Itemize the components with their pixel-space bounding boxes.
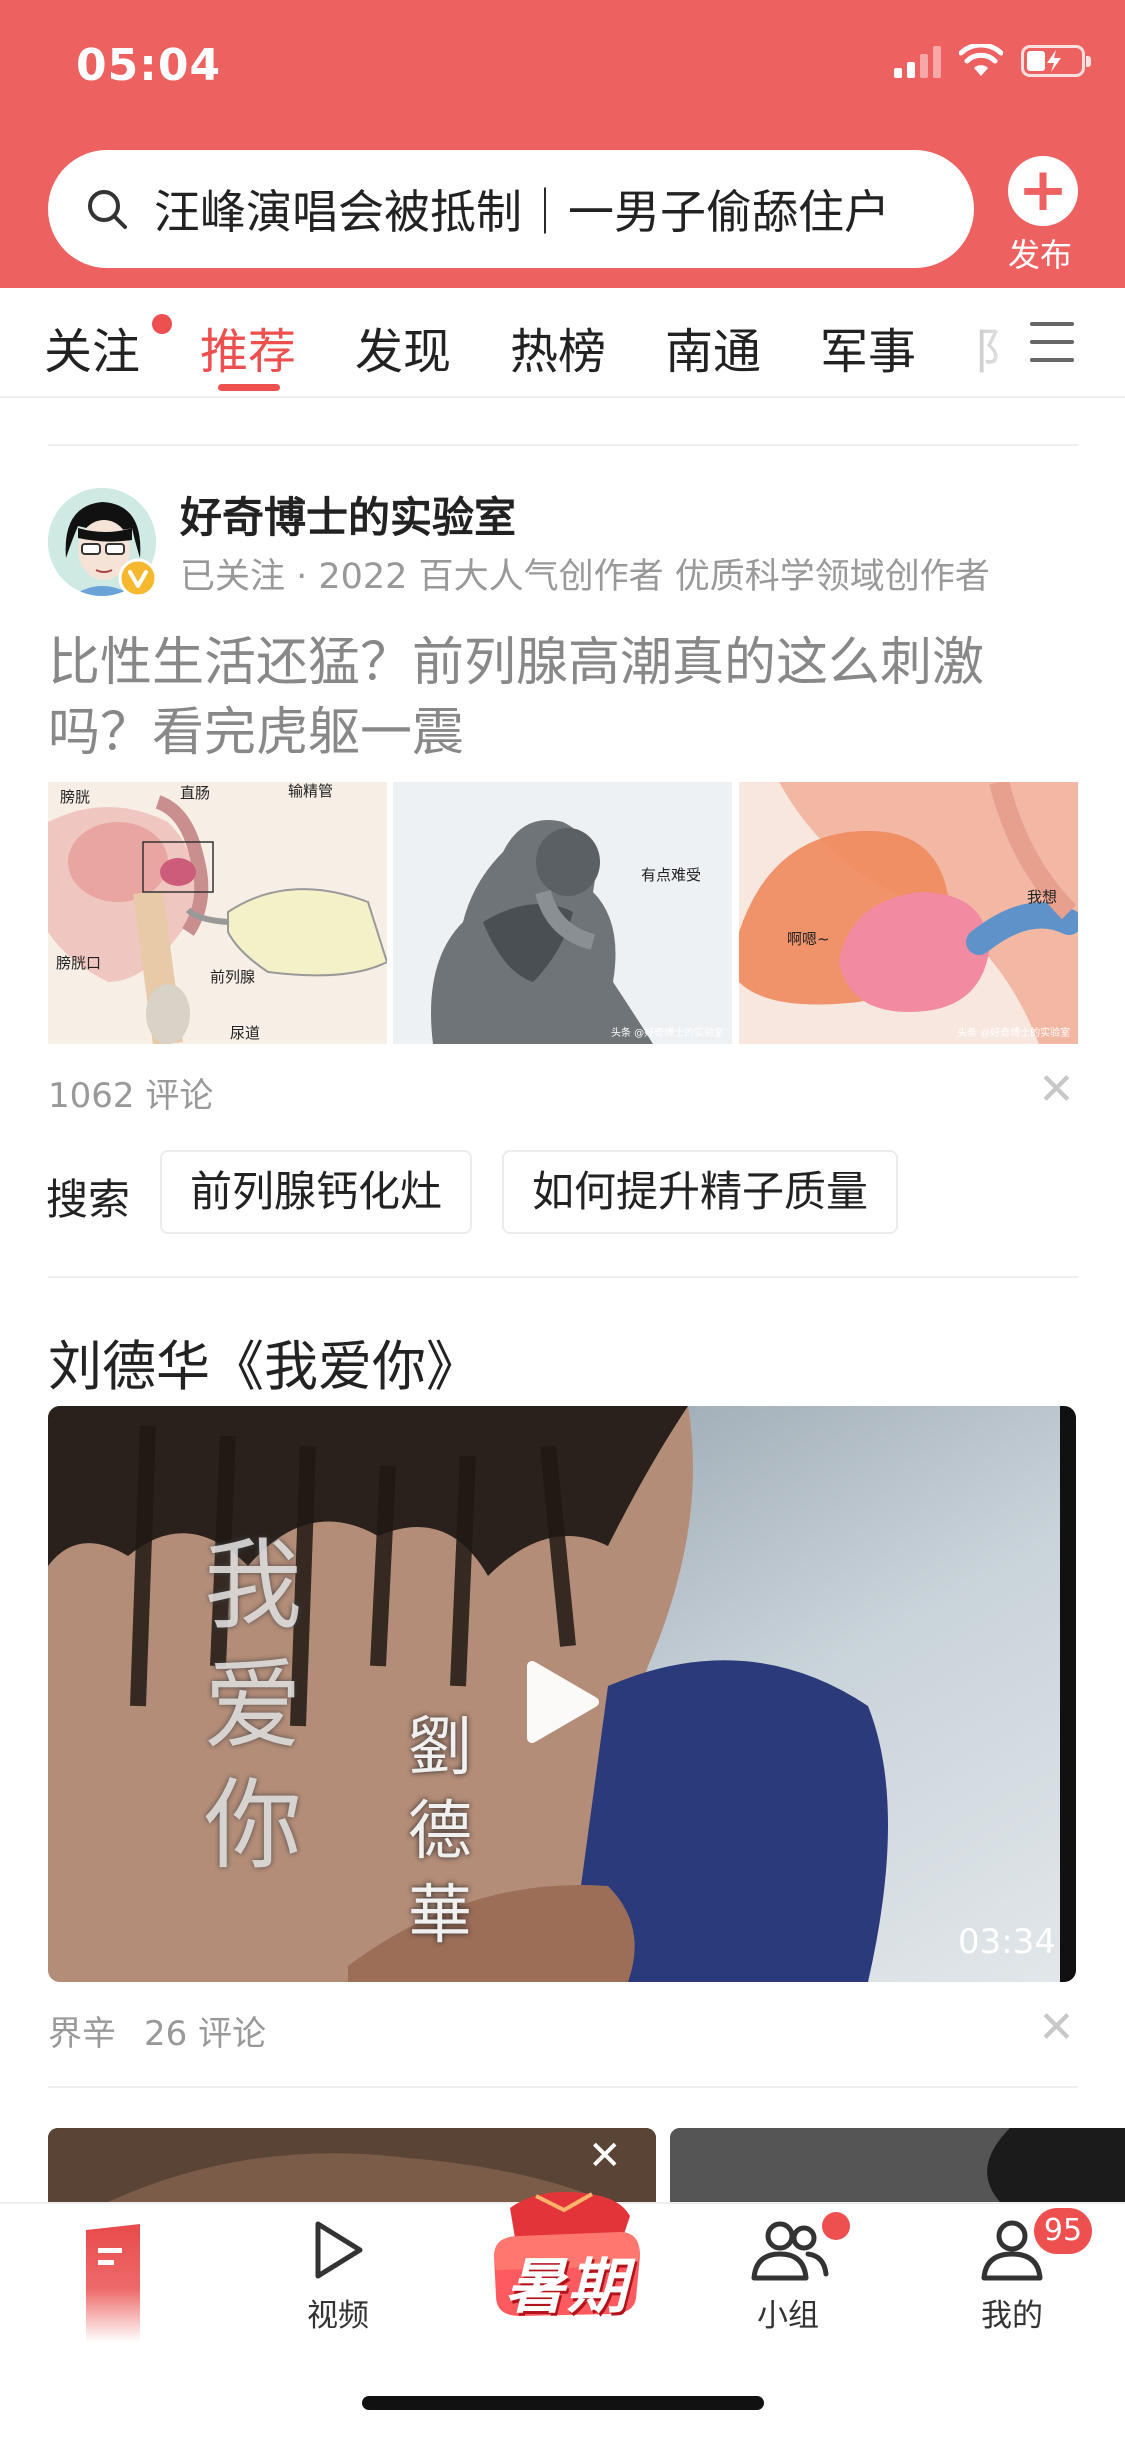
home-logo-icon [86, 2224, 140, 2342]
summer-promo-label: 暑期 [505, 2252, 629, 2322]
home-indicator[interactable] [362, 2396, 764, 2410]
video-title[interactable]: 刘德华《我爱你》 [48, 1322, 480, 1401]
dismiss-promo-icon[interactable]: ✕ [588, 2136, 622, 2176]
tab-fade [960, 288, 1030, 392]
dismiss-video-icon[interactable]: ✕ [1038, 2006, 1075, 2050]
label-rectum: 直肠 [180, 784, 210, 802]
nav-me-label: 我的 [981, 2298, 1043, 2334]
video-duration: 03:34 [958, 1922, 1056, 1962]
image-watermark: 头条 @好奇博士的实验室 [611, 1026, 724, 1039]
author-meta: 已关注 · 2022 百大人气创作者 优质科学领域创作者 [180, 557, 990, 597]
label-vas-deferens: 输精管 [288, 782, 333, 800]
nav-group-label: 小组 [757, 2298, 819, 2334]
me-notification-badge: 95 [1034, 2208, 1092, 2254]
related-search-chip-1[interactable]: 前列腺钙化灶 [160, 1150, 473, 1234]
nav-video-label: 视频 [307, 2298, 369, 2334]
group-notification-dot [822, 2212, 850, 2240]
video-source[interactable]: 界辛 [48, 2006, 116, 2055]
publish-label: 发布 [1007, 236, 1072, 274]
group-icon [751, 2221, 829, 2281]
play-icon[interactable] [508, 1652, 608, 1752]
dismiss-article-icon[interactable]: ✕ [1038, 1068, 1075, 1112]
top-header: 05:04 汪峰演唱会被抵制｜一男子偷舔住户 + 发布 [0, 0, 1125, 288]
divider [48, 444, 1078, 446]
divider [48, 1276, 1078, 1278]
author-name[interactable]: 好奇博士的实验室 [180, 484, 516, 545]
next-card-image-2[interactable] [670, 2128, 1125, 2202]
label-prostate: 前列腺 [210, 968, 255, 986]
label-bladder-neck: 膀胱口 [56, 954, 101, 972]
article-title[interactable]: 比性生活还猛？前列腺高潮真的这么刺激吗？看完虎躯一震 [48, 628, 1078, 768]
related-search-chip-2[interactable]: 如何提升精子质量 [502, 1150, 899, 1234]
image-watermark: 头条 @好奇博士的实验室 [957, 1026, 1070, 1039]
nav-home[interactable] [82, 2224, 144, 2346]
cellular-signal-icon [894, 44, 941, 78]
label-urethra: 尿道 [230, 1024, 260, 1042]
search-bar[interactable]: 汪峰演唱会被抵制｜一男子偷舔住户 [48, 150, 974, 268]
nav-video[interactable]: 视频 [298, 2218, 378, 2335]
status-time: 05:04 [76, 40, 222, 91]
caption-uncomfortable: 有点难受 [641, 866, 701, 884]
active-tab-underline [218, 384, 280, 391]
caption-want: 我想 [1027, 888, 1057, 906]
nav-group[interactable]: 小组 [746, 2218, 830, 2335]
verified-badge-icon [118, 558, 158, 598]
channel-tabs: 关注 推荐 发现 热榜 南通 军事 阝 [0, 288, 1125, 398]
search-icon [88, 190, 127, 229]
article-image-2[interactable]: 有点难受 头条 @好奇博士的实验室 [393, 782, 733, 1044]
related-search-label: 搜索 [46, 1175, 131, 1224]
tab-follow-dot [152, 314, 172, 334]
channel-menu-icon[interactable] [1030, 322, 1074, 376]
search-hint: 汪峰演唱会被抵制｜一男子偷舔住户 [154, 185, 890, 239]
article-comment-count[interactable]: 1062 评论 [48, 1068, 213, 1117]
video-play-icon [315, 2221, 363, 2279]
article-image-3[interactable]: 我想 啊嗯~ 头条 @好奇博士的实验室 [738, 782, 1078, 1044]
video-comment-count[interactable]: 26 评论 [144, 2006, 266, 2055]
plus-icon: + [1008, 156, 1078, 226]
nav-summer-promo[interactable]: 暑期 ✕ [480, 2136, 650, 2322]
tab-nantong[interactable]: 南通 [665, 312, 761, 382]
article-images[interactable]: 膀胱 直肠 输精管 膀胱口 前列腺 尿道 有点难受 头条 @好奇博士的实验室 我… [48, 782, 1078, 1044]
publish-button[interactable]: + 发布 [1006, 156, 1080, 276]
label-bladder: 膀胱 [60, 788, 90, 806]
divider [48, 2086, 1078, 2088]
video-overlay-singer: 劉德華 [408, 1711, 472, 1953]
video-overlay-title: 我爱你 [204, 1529, 303, 1883]
caption-moan: 啊嗯~ [787, 930, 830, 948]
tab-recommend[interactable]: 推荐 [200, 312, 296, 382]
battery-charging-icon [1021, 45, 1091, 77]
tab-hot-list[interactable]: 热榜 [510, 312, 606, 382]
tab-follow[interactable]: 关注 [44, 312, 140, 382]
tab-military[interactable]: 军事 [820, 312, 916, 382]
tab-discover[interactable]: 发现 [355, 312, 451, 382]
status-icons [894, 44, 1091, 78]
wifi-icon [959, 44, 1003, 76]
article-image-1[interactable]: 膀胱 直肠 输精管 膀胱口 前列腺 尿道 [48, 782, 388, 1044]
